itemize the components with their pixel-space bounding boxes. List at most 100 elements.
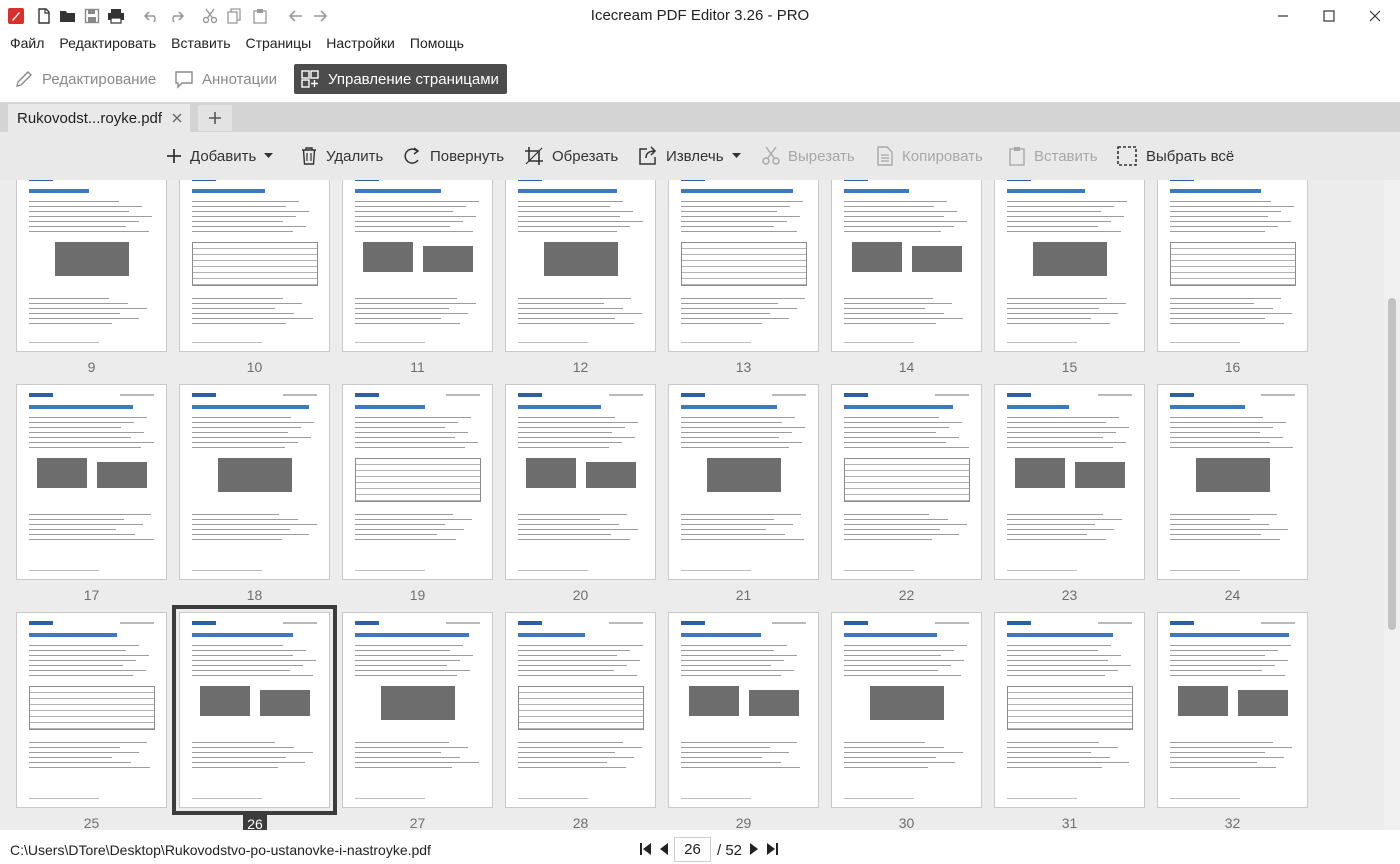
redo-icon[interactable] <box>166 6 186 26</box>
menu-insert[interactable]: Вставить <box>171 35 230 51</box>
comment-icon <box>175 71 193 89</box>
rotate-icon <box>404 147 420 164</box>
page-thumbnail[interactable] <box>668 612 819 808</box>
close-icon[interactable] <box>170 111 184 125</box>
extract-label: Извлечь <box>666 147 724 165</box>
forward-icon[interactable] <box>310 6 330 26</box>
page-thumbnail[interactable] <box>505 612 656 808</box>
new-file-icon[interactable] <box>34 6 54 26</box>
page-thumbnail[interactable] <box>1157 384 1308 580</box>
undo-icon[interactable] <box>142 6 162 26</box>
previous-page-button[interactable] <box>656 841 672 857</box>
page-thumbnail[interactable] <box>831 180 982 352</box>
page-number-label: 32 <box>1224 815 1241 830</box>
page-grid-icon <box>301 70 319 88</box>
page-number-label: 29 <box>735 815 752 830</box>
page-thumbnail[interactable] <box>179 180 330 352</box>
previous-page-icon <box>660 843 668 855</box>
document-tab[interactable]: Rukovodst...royke.pdf <box>8 104 190 132</box>
page-thumbnail[interactable] <box>831 384 982 580</box>
cut-pages-button[interactable]: Вырезать <box>762 144 855 168</box>
mode-edit-button[interactable]: Редактирование <box>8 64 162 94</box>
page-thumbnail[interactable] <box>668 180 819 352</box>
menu-pages[interactable]: Страницы <box>245 35 311 51</box>
page-thumbnail-grid: 9 10 11 12 13 14 15 16 17 18 19 20 21 22 23 24 25 26 27 28 2… <box>0 180 1384 830</box>
rotate-button[interactable]: Повернуть <box>402 144 504 168</box>
page-number-label: 24 <box>1224 587 1241 603</box>
document-tab-bar: Rukovodst...royke.pdf <box>0 102 1400 132</box>
back-icon[interactable] <box>286 6 306 26</box>
page-thumbnail[interactable] <box>172 605 337 815</box>
page-thumbnail[interactable] <box>1157 612 1308 808</box>
crop-label: Обрезать <box>552 147 619 165</box>
page-toolbar: Добавить Удалить Повернуть Обрезать Извл… <box>0 132 1400 180</box>
paste-icon[interactable] <box>250 6 270 26</box>
extract-button[interactable]: Извлечь <box>638 144 741 168</box>
menu-help[interactable]: Помощь <box>410 35 464 51</box>
page-thumbnail[interactable] <box>831 612 982 808</box>
crop-button[interactable]: Обрезать <box>524 144 618 168</box>
page-thumbnail[interactable] <box>994 612 1145 808</box>
menu-bar: Файл Редактировать Вставить Страницы Нас… <box>0 32 1400 54</box>
menu-settings[interactable]: Настройки <box>326 35 395 51</box>
page-number-label: 26 <box>243 815 267 830</box>
save-icon[interactable] <box>82 6 102 26</box>
mode-annotate-button[interactable]: Аннотации <box>168 64 283 94</box>
select-all-button[interactable]: Выбрать всё <box>1116 144 1234 168</box>
page-thumbnail[interactable] <box>16 180 167 352</box>
page-thumbnail[interactable] <box>179 384 330 580</box>
page-number-label: 15 <box>1061 359 1078 375</box>
first-page-button[interactable] <box>638 841 654 857</box>
title-bar: Icecream PDF Editor 3.26 - PRO <box>0 0 1400 32</box>
page-number-label: 13 <box>735 359 752 375</box>
page-thumbnail[interactable] <box>342 180 493 352</box>
scissors-icon <box>762 146 780 165</box>
paste-pages-button[interactable]: Вставить <box>1008 144 1098 168</box>
vertical-scrollbar[interactable] <box>1384 180 1400 830</box>
scrollbar-thumb[interactable] <box>1388 298 1396 630</box>
page-thumbnail[interactable] <box>668 384 819 580</box>
mode-pages-label: Управление страницами <box>328 70 499 88</box>
print-icon[interactable] <box>106 6 126 26</box>
copy-pages-button[interactable]: Копировать <box>876 144 983 168</box>
minimize-button[interactable] <box>1260 0 1306 32</box>
page-number-label: 21 <box>735 587 752 603</box>
page-thumbnail[interactable] <box>16 384 167 580</box>
page-thumbnail[interactable] <box>505 180 656 352</box>
page-number-label: 11 <box>410 359 425 375</box>
last-page-button[interactable] <box>764 841 780 857</box>
page-thumbnail[interactable] <box>1157 180 1308 352</box>
delete-button[interactable]: Удалить <box>300 144 383 168</box>
total-pages: / 52 <box>717 842 743 859</box>
app-logo-icon <box>6 6 26 26</box>
last-page-icon <box>767 843 778 855</box>
chevron-down-icon <box>264 153 274 158</box>
page-number-label: 10 <box>246 359 263 375</box>
page-thumbnail[interactable] <box>994 180 1145 352</box>
menu-file[interactable]: Файл <box>10 35 44 51</box>
mode-pages-button[interactable]: Управление страницами <box>294 64 507 94</box>
page-thumbnail[interactable] <box>342 384 493 580</box>
add-button[interactable]: Добавить <box>166 144 274 168</box>
new-tab-button[interactable] <box>198 105 232 131</box>
plus-icon <box>209 112 221 124</box>
cut-icon[interactable] <box>200 6 220 26</box>
page-thumbnail[interactable] <box>342 612 493 808</box>
menu-edit[interactable]: Редактировать <box>59 35 156 51</box>
page-thumbnail[interactable] <box>994 384 1145 580</box>
copy-icon[interactable] <box>224 6 244 26</box>
plus-icon <box>167 149 181 163</box>
maximize-button[interactable] <box>1306 0 1352 32</box>
current-page-input[interactable] <box>674 837 711 862</box>
next-page-button[interactable] <box>746 841 762 857</box>
select-all-icon <box>1117 146 1137 166</box>
close-button[interactable] <box>1352 0 1398 32</box>
page-thumbnail[interactable] <box>505 384 656 580</box>
select-all-label: Выбрать всё <box>1146 147 1235 165</box>
page-number-label: 17 <box>83 587 100 603</box>
page-thumbnail[interactable] <box>16 612 167 808</box>
status-bar: C:\Users\DTore\Desktop\Rukovodstvo-po-us… <box>0 833 1400 864</box>
open-folder-icon[interactable] <box>58 6 78 26</box>
page-number-label: 18 <box>246 587 263 603</box>
page-number-label: 12 <box>572 359 589 375</box>
